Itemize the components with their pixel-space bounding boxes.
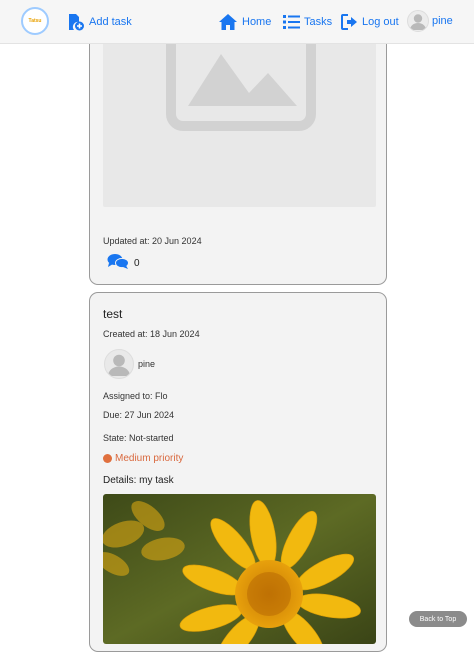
home-label: Home — [242, 16, 272, 28]
add-task-link[interactable]: Add task — [67, 12, 132, 32]
task-card[interactable]: test Created at: 18 Jun 2024 pine Assign… — [89, 292, 387, 652]
assigned-to: Assigned to: Flo — [103, 391, 168, 401]
created-date: Created at: 18 Jun 2024 — [103, 329, 200, 339]
priority-dot-icon — [103, 454, 112, 463]
tasks-link[interactable]: Tasks — [283, 12, 332, 32]
tasks-label: Tasks — [304, 16, 333, 28]
user-avatar-icon — [407, 10, 429, 32]
updated-date: Updated at: 20 Jun 2024 — [103, 236, 202, 246]
priority-label: Medium priority — [115, 453, 184, 464]
file-plus-icon — [67, 13, 89, 31]
username-label: pine — [432, 15, 453, 27]
navbar: Tatsu Add task Home Tasks Log out pine — [0, 0, 474, 44]
home-icon — [218, 13, 242, 31]
home-link[interactable]: Home — [218, 12, 271, 32]
task-state: State: Not-started — [103, 433, 174, 443]
owner-avatar-icon — [104, 349, 134, 379]
comment-count: 0 — [134, 258, 140, 269]
owner-row[interactable]: pine — [104, 349, 155, 379]
task-image-photo — [103, 494, 376, 644]
comments-icon — [107, 253, 129, 274]
owner-name: pine — [138, 359, 156, 369]
list-icon — [283, 14, 304, 30]
logo-text: Tatsu — [28, 18, 42, 24]
priority-badge: Medium priority — [103, 453, 183, 464]
task-image — [103, 21, 376, 207]
app-logo[interactable]: Tatsu — [21, 7, 49, 35]
logout-icon — [341, 14, 362, 30]
profile-link[interactable]: pine — [407, 10, 453, 32]
add-task-label: Add task — [89, 16, 132, 28]
task-details: Details: my task — [103, 475, 174, 486]
logout-link[interactable]: Log out — [341, 12, 399, 32]
comments-link[interactable]: 0 — [107, 253, 140, 274]
logout-label: Log out — [362, 16, 399, 28]
task-title[interactable]: test — [103, 307, 122, 321]
back-to-top-button[interactable]: Back to Top — [409, 611, 467, 627]
due-date: Due: 27 Jun 2024 — [103, 410, 175, 420]
